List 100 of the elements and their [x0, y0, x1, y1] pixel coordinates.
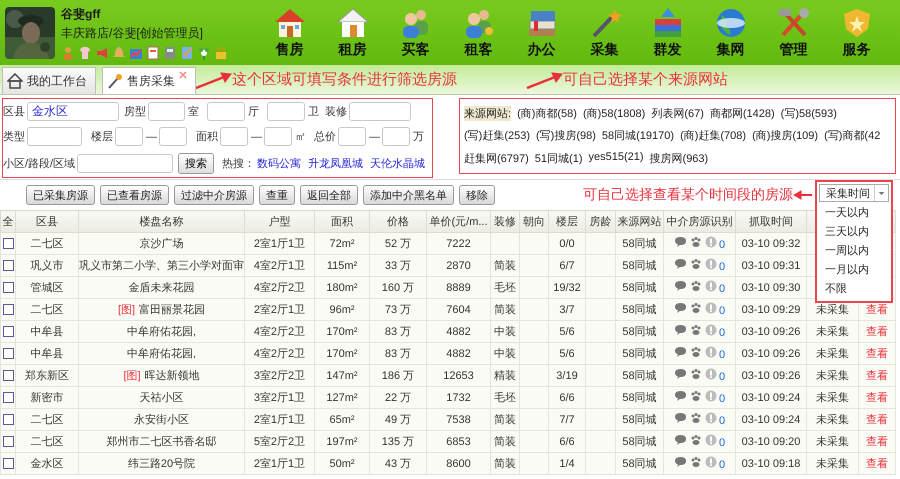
table-cell: 6/6 [548, 430, 586, 452]
price-min-field[interactable] [338, 127, 366, 146]
document-icon[interactable] [146, 46, 160, 60]
room-field[interactable] [148, 102, 185, 122]
hot-search-link[interactable]: 天伦水晶城 [370, 156, 426, 171]
megaphone-icon[interactable] [95, 46, 109, 60]
person-icon[interactable] [61, 46, 75, 60]
table-cell: 2870 [426, 254, 490, 276]
field-label: 面积 [196, 130, 218, 144]
table-cell: 65m² [314, 408, 370, 430]
tab[interactable]: 售房采集 [102, 67, 196, 94]
nav-button[interactable]: 集网 [699, 2, 762, 62]
source-link[interactable]: 赶集网(6797) [464, 151, 529, 166]
source-link[interactable]: (商)58(1808) [582, 106, 646, 121]
area-min-field[interactable] [220, 127, 248, 146]
source-link[interactable]: 搜房网(963) [650, 151, 708, 166]
lock-icon[interactable] [214, 46, 228, 60]
checkbox[interactable] [2, 304, 14, 316]
floor-max-field[interactable] [159, 127, 187, 146]
nav-button[interactable]: 租房 [321, 2, 384, 62]
hall-field[interactable] [207, 102, 245, 122]
table-cell: 5/6 [548, 342, 586, 364]
floor-min-field[interactable] [115, 127, 143, 146]
exclamation-icon [705, 258, 717, 270]
paw-icon [690, 346, 702, 358]
calculator-icon[interactable] [163, 46, 177, 60]
nav-button[interactable]: 售房 [258, 2, 321, 62]
close-icon[interactable] [179, 71, 187, 79]
field-label: 类型 [3, 130, 25, 144]
source-link[interactable]: 商都网(1428) [710, 106, 775, 121]
flower-icon[interactable] [197, 46, 211, 60]
area-max-field[interactable] [264, 127, 292, 146]
source-link[interactable]: 58同城(19170) [602, 128, 674, 144]
dropdown-option[interactable]: 一天以内 [825, 204, 889, 223]
dropdown-option[interactable]: 不限 [825, 280, 889, 299]
source-link[interactable]: (写)赶集(253) [464, 128, 530, 144]
source-link[interactable]: (写)搜房(98) [536, 128, 596, 144]
source-link[interactable]: (商)商都(58) [517, 106, 577, 121]
table-cell: 未采集 [806, 386, 858, 408]
nav-button[interactable]: 买客 [384, 2, 447, 62]
hot-search-link[interactable]: 升龙凤凰城 [308, 156, 364, 171]
checkbox[interactable] [2, 370, 14, 382]
community-field[interactable] [77, 154, 174, 173]
checkbox[interactable] [2, 260, 14, 272]
dropdown-option[interactable]: 三天以内 [825, 223, 889, 242]
table-cell: 4室2厅2卫 [244, 276, 314, 298]
agent-count: 0 [719, 349, 726, 361]
nav-button[interactable]: 服务 [825, 2, 888, 62]
toolbar-button[interactable]: 返回全部 [300, 185, 358, 205]
toolbar-button[interactable]: 已采集房源 [26, 185, 95, 205]
source-link[interactable]: yes515(21) [588, 151, 644, 166]
hot-search-link[interactable]: 数码公寓 [257, 156, 302, 171]
nav-button[interactable]: 采集 [573, 2, 636, 62]
checkbox[interactable] [2, 282, 14, 294]
bath-field[interactable] [267, 102, 305, 122]
shirt-icon[interactable] [78, 46, 92, 60]
column-header: 区县 [16, 210, 78, 232]
table-cell: 52 万 [370, 232, 426, 254]
price-max-field[interactable] [382, 127, 410, 146]
source-link[interactable]: 51同城(1) [534, 151, 582, 166]
table-cell: 1732 [426, 386, 490, 408]
tab[interactable]: 我的工作台 [2, 67, 96, 94]
table-cell: 3/7 [548, 298, 586, 320]
toolbar-button[interactable]: 添加中介黑名单 [363, 185, 454, 205]
range-dash: — [251, 130, 262, 143]
nav-button[interactable]: 管理 [762, 2, 825, 62]
dropdown-option[interactable]: 一周以内 [825, 242, 889, 261]
search-button[interactable]: 搜索 [178, 152, 214, 174]
source-link[interactable]: (写)58(593) [780, 106, 837, 121]
house-icon [272, 6, 306, 38]
decoration-field[interactable] [349, 102, 411, 122]
checkbox[interactable] [2, 458, 14, 470]
source-link[interactable]: (写)商都(42 [824, 128, 880, 144]
source-link[interactable]: 列表网(67) [651, 106, 704, 121]
time-dropdown[interactable]: 采集时间 一天以内 三天以内 一周以内 一月以内 不限 [815, 180, 893, 303]
nav-button[interactable]: 办公 [510, 2, 573, 62]
property-name: 晖达新领地 [144, 370, 200, 382]
nav-button[interactable]: 租客 [447, 2, 510, 62]
checkbox[interactable] [2, 238, 14, 250]
bell-icon[interactable] [112, 46, 126, 60]
checkbox[interactable] [2, 414, 14, 426]
column-header: 户型 [244, 210, 314, 232]
type-field[interactable] [27, 127, 82, 146]
source-link[interactable]: (商)搜房(109) [752, 128, 818, 144]
toolbar-button[interactable]: 查重 [259, 185, 295, 205]
checkbox[interactable] [2, 348, 14, 360]
table-cell: 0/0 [548, 232, 586, 254]
table-cell: 49 万 [370, 408, 426, 430]
checkbox[interactable] [2, 436, 14, 448]
dropdown-value: 采集时间 [826, 186, 870, 200]
nav-button[interactable]: 群发 [636, 2, 699, 62]
source-link[interactable]: (商)赶集(708) [680, 128, 746, 144]
toolbar-button[interactable]: 过滤中介房源 [174, 185, 254, 205]
toolbar-button[interactable]: 移除 [459, 185, 495, 205]
toolbar-button[interactable]: 已查看房源 [100, 185, 169, 205]
district-field[interactable]: 金水区 [27, 102, 119, 122]
checkbox[interactable] [2, 326, 14, 338]
checkbox[interactable] [2, 392, 14, 404]
dropdown-option[interactable]: 一月以内 [825, 261, 889, 280]
agent-count: 0 [719, 239, 726, 251]
